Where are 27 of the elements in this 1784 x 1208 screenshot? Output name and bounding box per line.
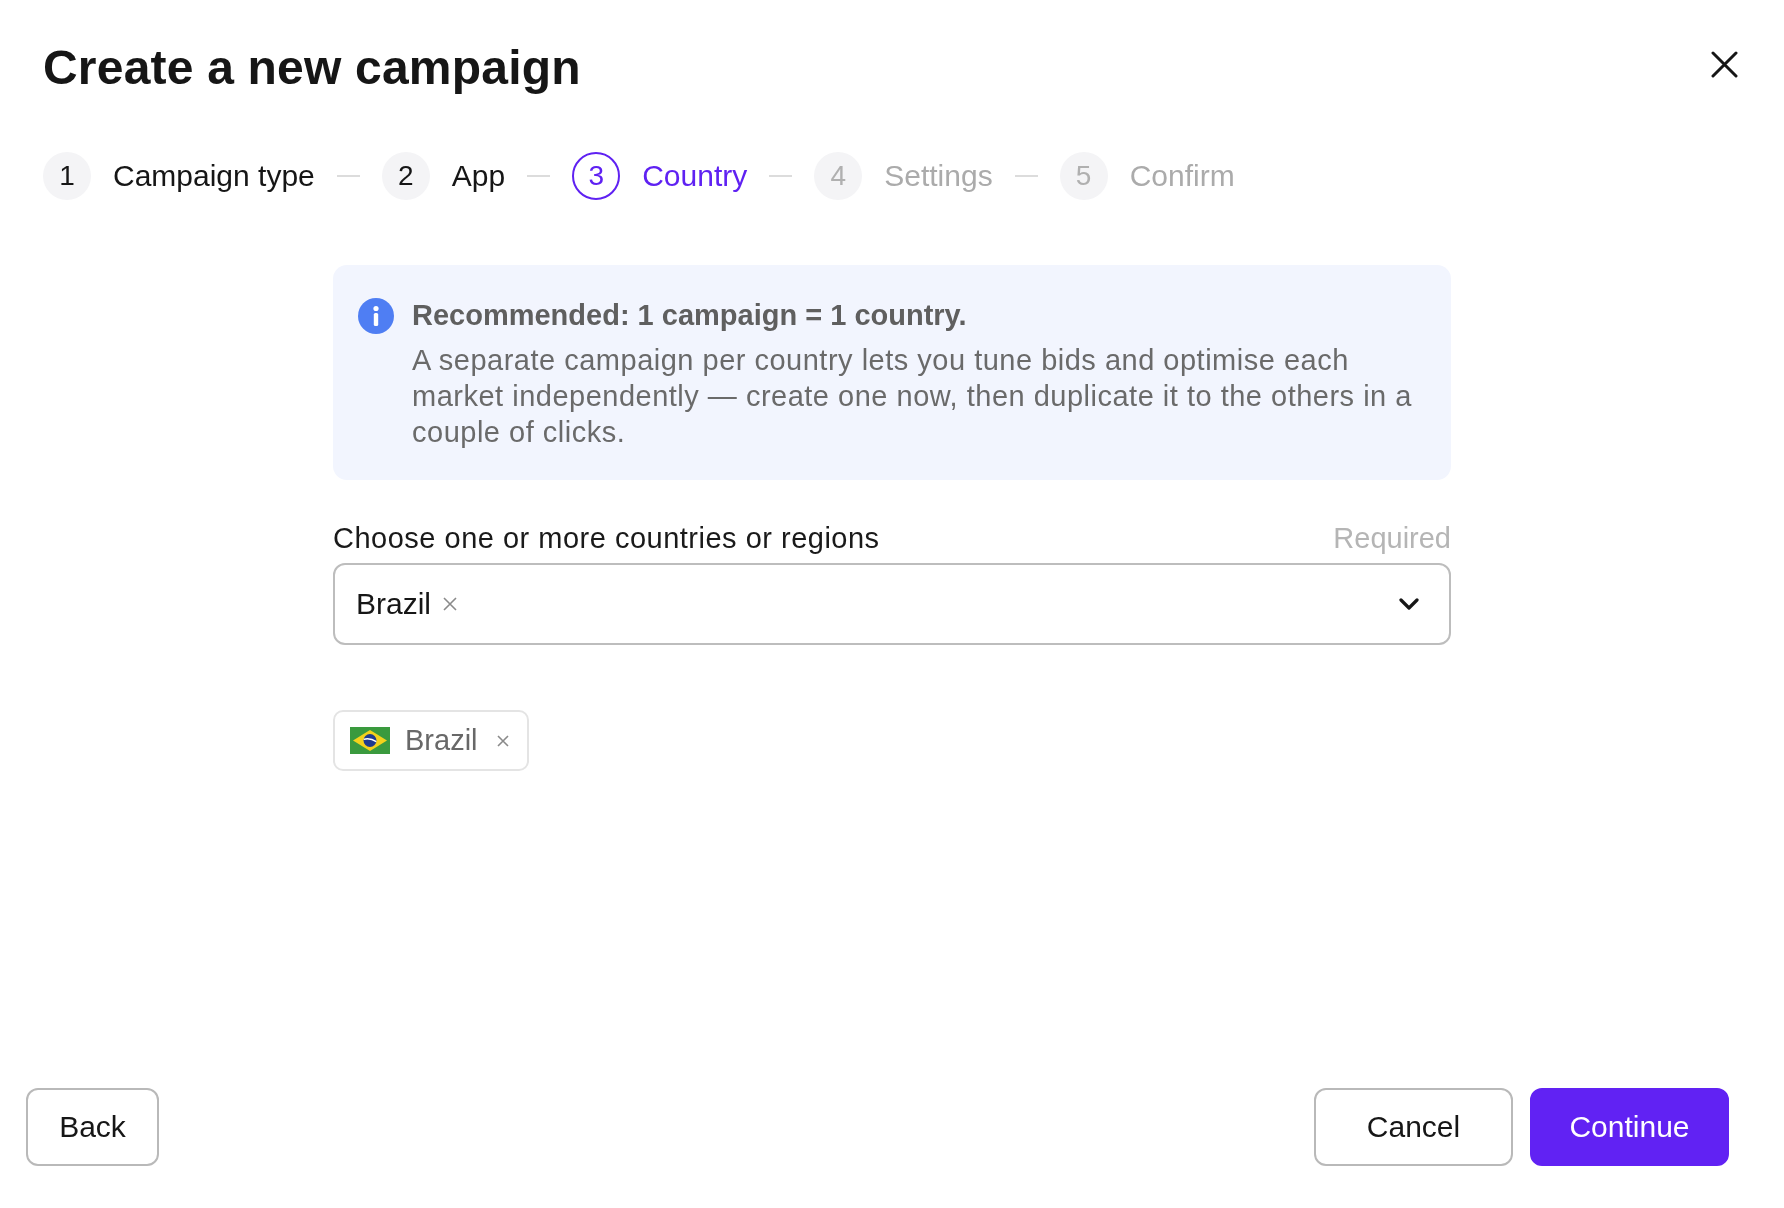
step-label: Settings (884, 159, 993, 193)
step-label: Confirm (1129, 159, 1235, 193)
field-label: Choose one or more countries or regions (333, 522, 880, 554)
chevron-down-icon (1399, 598, 1419, 610)
step-number: 1 (43, 152, 91, 200)
step-number: 3 (572, 152, 621, 200)
required-hint: Required (1333, 522, 1451, 554)
info-icon (358, 298, 394, 334)
remove-icon[interactable] (443, 597, 457, 611)
selected-country: Brazil (356, 587, 431, 621)
close-icon (1711, 51, 1738, 78)
primary-button[interactable]: Continue (1530, 1088, 1729, 1166)
step-label: App (451, 159, 506, 193)
step-label: Country (642, 159, 748, 193)
flag-icon (350, 727, 390, 754)
step-number: 2 (381, 152, 430, 200)
secondary-button[interactable]: Cancel (1314, 1088, 1513, 1166)
secondary-button[interactable]: Back (26, 1088, 159, 1166)
remove-icon[interactable] (496, 734, 509, 747)
dialog-title: Create a new campaign (43, 40, 581, 96)
info-body: A separate campaign per country lets you tune bids and optimise each market independently — create one now, then duplicate it to the others in a couple of clicks. (412, 343, 1413, 450)
step-number: 5 (1059, 152, 1108, 200)
country-select[interactable]: Brazil (333, 563, 1451, 645)
step-number: 4 (814, 152, 863, 200)
info-title: Recommended: 1 campaign = 1 country. (412, 298, 968, 333)
country-name: Brazil (405, 724, 478, 757)
step-label: Campaign type (113, 159, 315, 193)
